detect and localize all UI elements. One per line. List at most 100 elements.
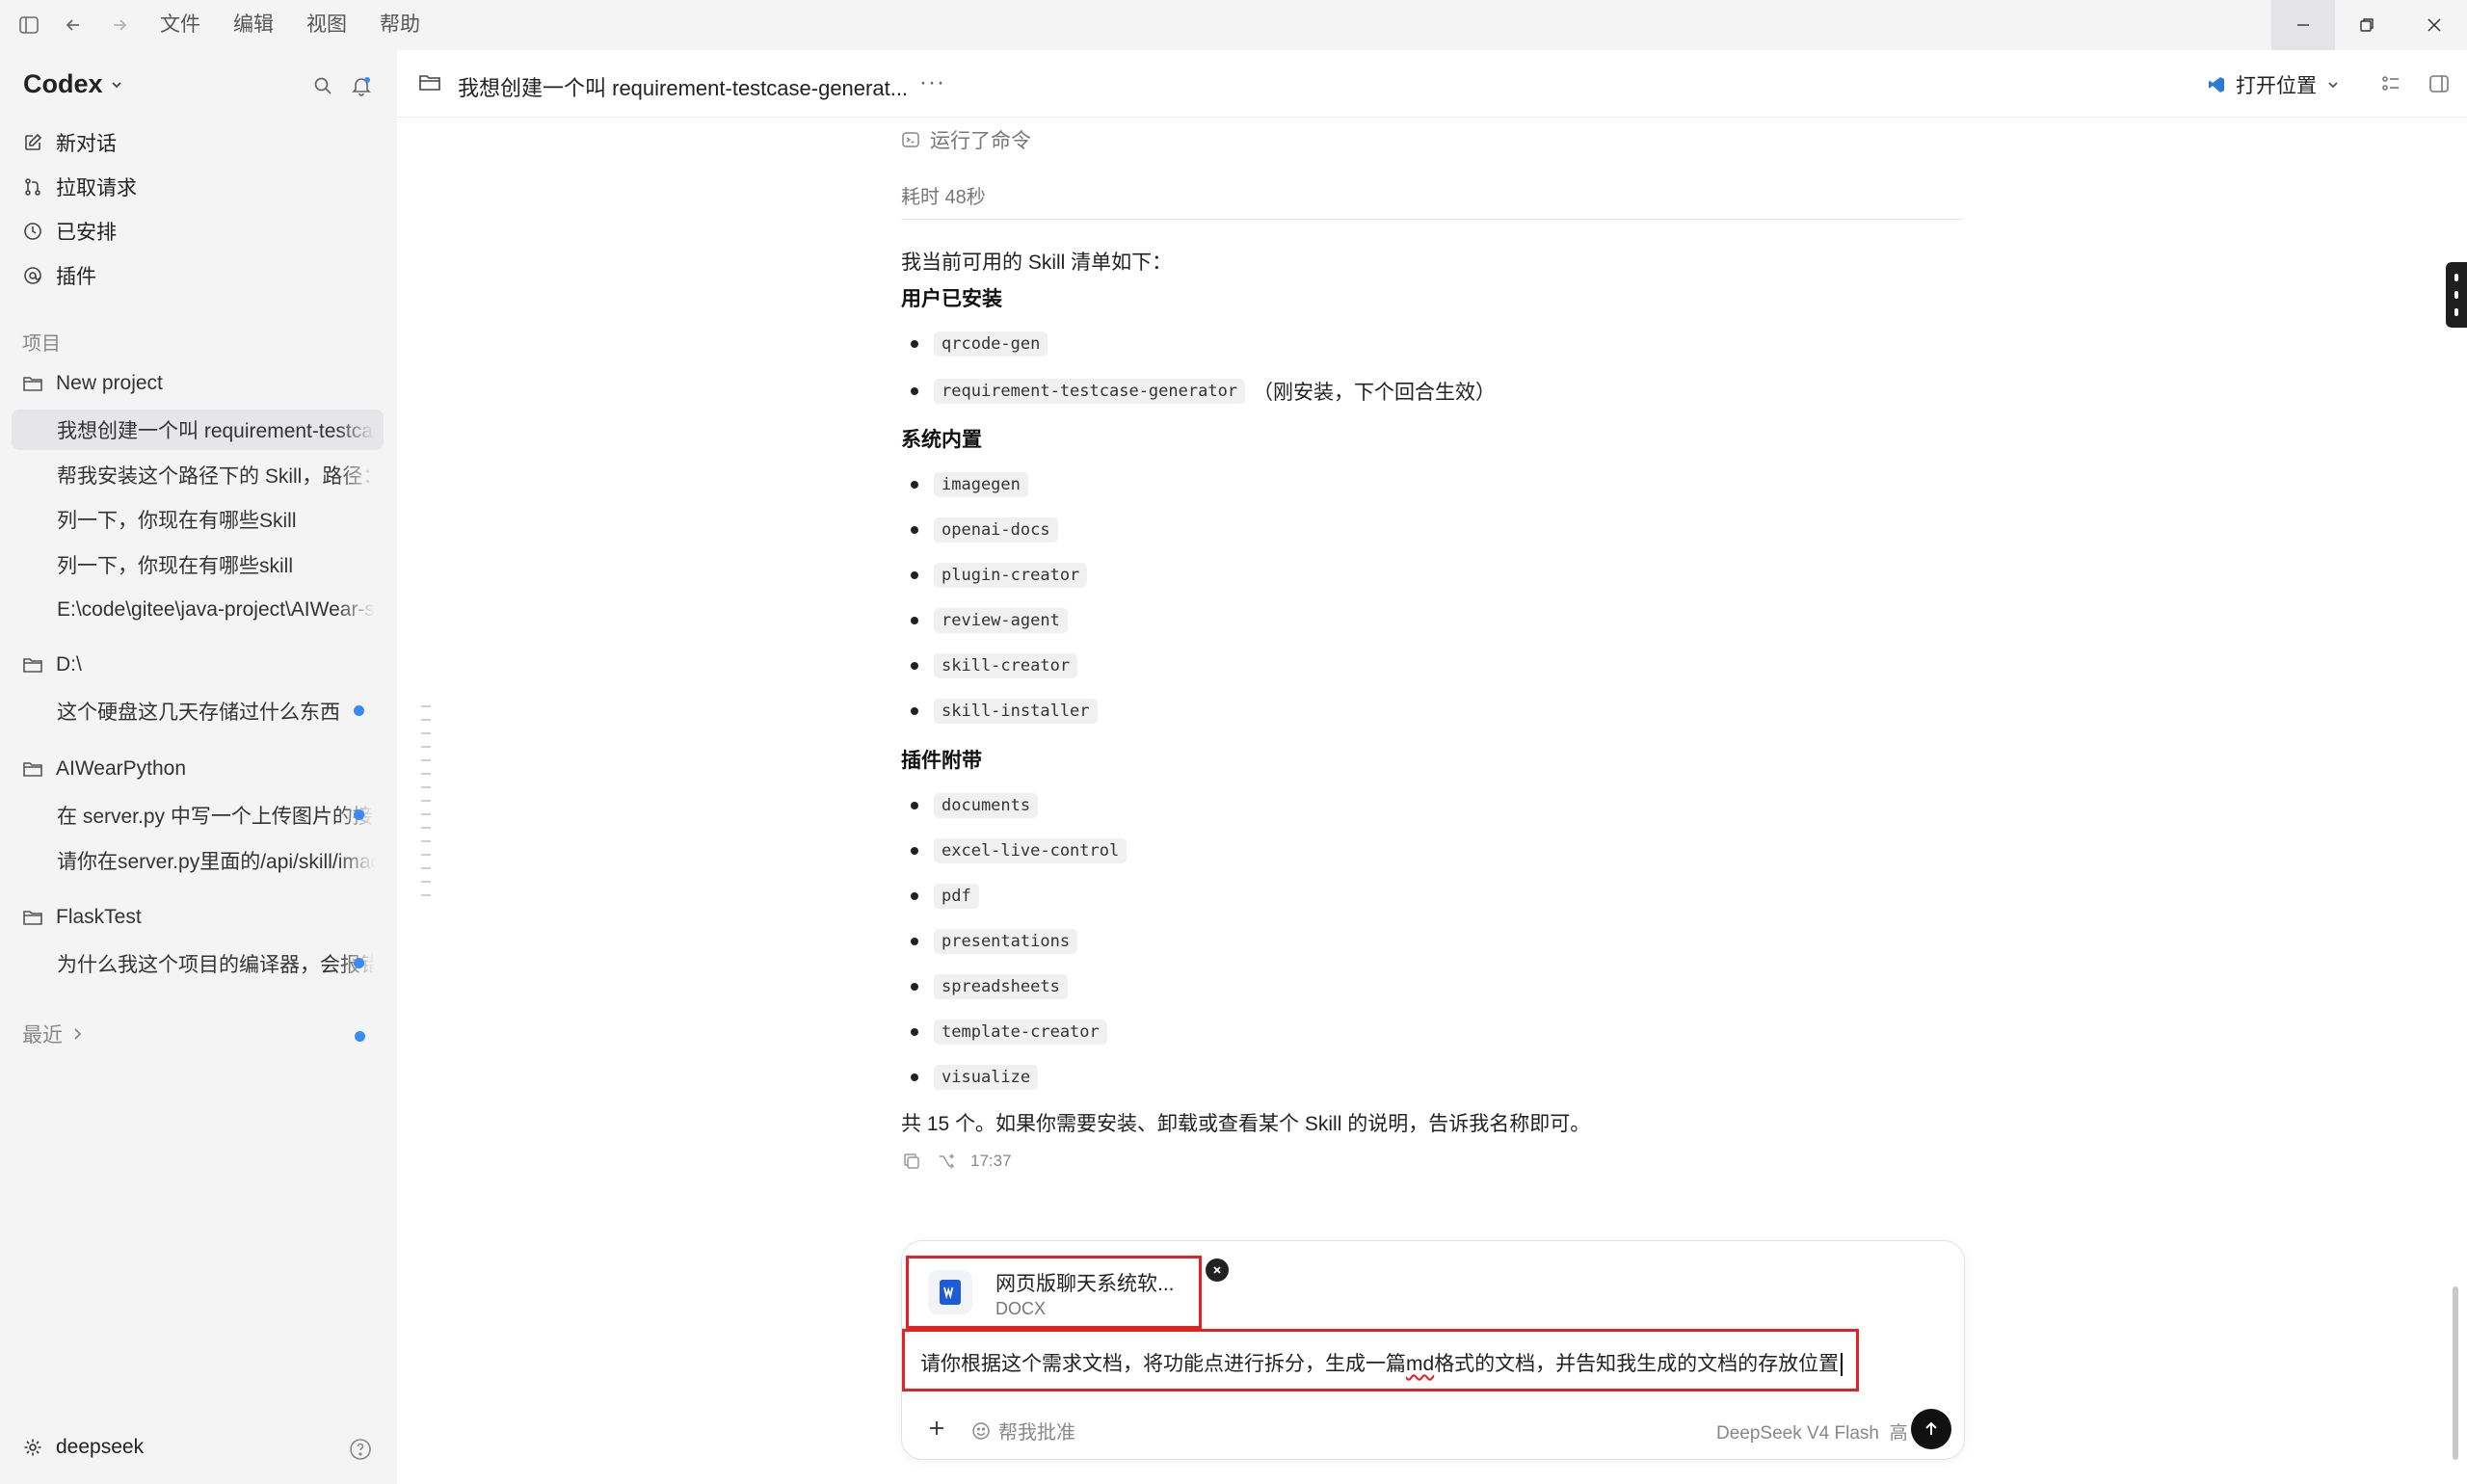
nav-label: 已安排: [56, 222, 117, 244]
thread-item[interactable]: 列一下，你现在有哪些Skill: [12, 499, 384, 540]
side-panel-handle[interactable]: [2446, 262, 2467, 328]
panel-toggle-icon[interactable]: [2428, 73, 2454, 98]
group-heading: 用户已安装: [901, 288, 1002, 310]
minimize-button[interactable]: [2271, 0, 2335, 50]
model-selector[interactable]: DeepSeek V4 Flash 高: [1716, 1418, 1908, 1444]
more-options-button[interactable]: ···: [919, 69, 945, 96]
project-name: AIWearPython: [56, 757, 187, 780]
menu-file[interactable]: 文件: [160, 12, 200, 39]
skill-name: imagegen: [934, 472, 1028, 497]
approval-mode-button[interactable]: 帮我批准: [971, 1417, 1075, 1444]
skill-name: excel-live-control: [934, 838, 1127, 863]
list-item: skill-creator: [911, 653, 1078, 678]
copy-icon[interactable]: [901, 1151, 922, 1172]
folder-icon: [21, 906, 44, 929]
composer: 网页版聊天系统软... DOCX 请你根据这个需求文档，将功能点进行拆分，生成一…: [901, 1240, 1965, 1460]
close-window-button[interactable]: [2402, 0, 2466, 50]
list-item: excel-live-control: [911, 838, 1127, 863]
nav-plugins[interactable]: 插件: [21, 256, 96, 295]
fork-icon[interactable]: [936, 1151, 957, 1172]
attachment-card[interactable]: 网页版聊天系统软... DOCX: [906, 1256, 1202, 1329]
unread-dot: [354, 958, 364, 968]
list-item: skill-installer: [911, 699, 1098, 724]
main-header: 我想创建一个叫 requirement-testcase-generat... …: [397, 50, 2467, 118]
menu-edit[interactable]: 编辑: [233, 12, 274, 39]
search-icon[interactable]: [308, 71, 337, 100]
chevron-down-icon: [2328, 82, 2338, 89]
thread-title: 请你在server.py里面的/api/skill/image: [57, 851, 375, 873]
nav-label: 新对话: [56, 133, 117, 155]
thread-title: 为什么我这个项目的编译器，会报错: [57, 954, 375, 976]
restore-button[interactable]: [2335, 0, 2399, 50]
attachment-name: 网页版聊天系统软...: [995, 1273, 1175, 1295]
sidebar-toggle-icon[interactable]: [15, 12, 42, 39]
scrollbar[interactable]: [2453, 1286, 2458, 1460]
thread-title: 在 server.py 中写一个上传图片的接口: [57, 806, 375, 828]
unread-dot: [354, 705, 364, 716]
forward-arrow-icon[interactable]: [106, 12, 133, 39]
ran-command-label: 运行了命令: [930, 130, 1031, 152]
menu-view[interactable]: 视图: [306, 12, 347, 39]
nav-new-chat[interactable]: 新对话: [21, 123, 117, 162]
brand-name: Codex: [23, 69, 103, 98]
message-input-text: 请你根据这个需求文档，将功能点进行拆分，生成一篇md格式的文档，并告知我生成的文…: [920, 1348, 1844, 1377]
list-item: plugin-creator: [911, 563, 1088, 588]
message-time: 17:37: [970, 1152, 1012, 1170]
summary-text: 共 15 个。如果你需要安装、卸载或查看某个 Skill 的说明，告诉我名称即可…: [901, 1113, 1591, 1135]
project-name: New project: [56, 372, 163, 394]
brand-switcher[interactable]: Codex: [23, 69, 124, 99]
skill-name: template-creator: [934, 1020, 1107, 1045]
thread-item[interactable]: 列一下，你现在有哪些skill: [12, 544, 384, 585]
thread-item[interactable]: E:\code\gitee\java-project\AIWear-server: [12, 590, 384, 630]
thread-item[interactable]: 在 server.py 中写一个上传图片的接口: [12, 795, 384, 835]
list-item: pdf: [911, 884, 979, 909]
menu-help[interactable]: 帮助: [380, 12, 420, 39]
sidebar: Codex 新对话 拉取请求 已安排 插件 项目 New project 我想创…: [0, 50, 397, 1484]
folder-icon: [21, 653, 44, 676]
back-arrow-icon[interactable]: [60, 12, 87, 39]
thread-item[interactable]: 帮我安装这个路径下的 Skill，路径：: [12, 455, 384, 495]
skill-name: requirement-testcase-generator: [934, 379, 1246, 404]
notification-bell-icon[interactable]: [347, 71, 376, 100]
list-item: documents: [911, 793, 1039, 818]
project-d-drive[interactable]: D:\: [21, 646, 82, 684]
thread-item[interactable]: 请你在server.py里面的/api/skill/image: [12, 840, 384, 881]
list-item: review-agent: [911, 608, 1068, 633]
send-button[interactable]: [1911, 1409, 1951, 1449]
misspelled-word: md: [1406, 1353, 1435, 1375]
thread-item[interactable]: 我想创建一个叫 requirement-testcase-generator: [12, 410, 384, 450]
conversation-title: 我想创建一个叫 requirement-testcase-generat...: [458, 76, 909, 100]
skill-note: （刚安装，下个回合生效）: [1253, 382, 1497, 404]
git-pull-request-icon: [21, 175, 44, 199]
recent-section[interactable]: 最近: [22, 1020, 84, 1048]
add-attachment-button[interactable]: [923, 1415, 950, 1442]
list-item: qrcode-gen: [911, 331, 1048, 357]
skill-name: qrcode-gen: [934, 331, 1048, 357]
nav-scheduled[interactable]: 已安排: [21, 212, 117, 251]
remove-attachment-icon[interactable]: [1206, 1259, 1229, 1282]
list-item: presentations: [911, 929, 1078, 954]
skill-name: review-agent: [934, 608, 1068, 633]
skill-name: documents: [934, 793, 1039, 818]
task-list-icon[interactable]: [2380, 73, 2405, 98]
open-location-button[interactable]: 打开位置: [2193, 66, 2353, 104]
reasoning-effort: 高: [1889, 1423, 1908, 1444]
project-new-project[interactable]: New project: [21, 364, 163, 403]
nav-pull-requests[interactable]: 拉取请求: [21, 168, 137, 206]
message-input[interactable]: 请你根据这个需求文档，将功能点进行拆分，生成一篇md格式的文档，并告知我生成的文…: [902, 1329, 1859, 1391]
project-aiwearpython[interactable]: AIWearPython: [21, 750, 186, 788]
duration-label: 耗时 48秒: [901, 187, 986, 208]
project-flasktest[interactable]: FlaskTest: [21, 898, 142, 937]
ran-command-row[interactable]: 运行了命令: [901, 125, 1031, 154]
word-document-icon: [928, 1270, 972, 1314]
user-settings[interactable]: deepseek: [21, 1436, 144, 1459]
help-icon[interactable]: [349, 1438, 374, 1463]
message-actions: 17:37: [901, 1151, 1012, 1172]
gear-icon: [21, 1436, 44, 1459]
skill-name: visualize: [934, 1065, 1039, 1090]
attachment-type: DOCX: [995, 1299, 1047, 1318]
thread-item[interactable]: 为什么我这个项目的编译器，会报错: [12, 943, 384, 984]
thread-item[interactable]: 这个硬盘这几天存储过什么东西: [12, 691, 384, 731]
skill-list-intro: 我当前可用的 Skill 清单如下：: [901, 252, 1173, 274]
clock-icon: [21, 220, 44, 243]
